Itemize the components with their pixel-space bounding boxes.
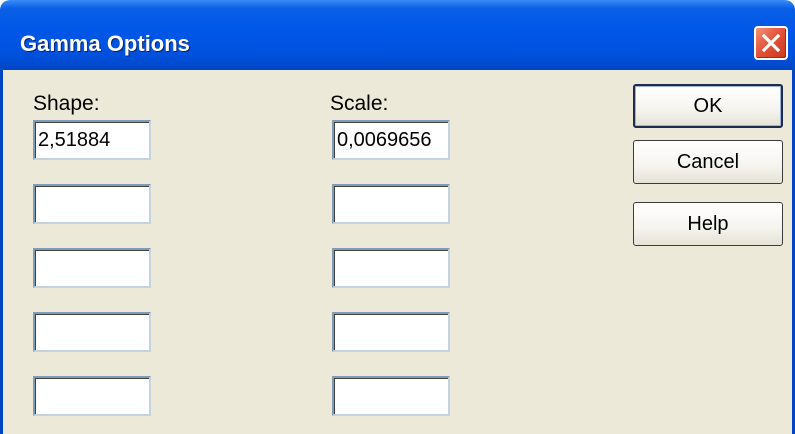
close-icon [762,34,780,52]
shape-field-1[interactable] [33,120,151,160]
close-button[interactable] [754,26,788,60]
shape-field-4[interactable] [33,312,151,352]
ok-button[interactable]: OK [633,84,783,128]
scale-field-2[interactable] [332,184,450,224]
scale-label: Scale: [330,92,389,115]
gamma-options-dialog: Gamma Options Shape: Scale: OK Cancel He… [0,0,795,434]
cancel-button[interactable]: Cancel [633,140,783,184]
shape-field-3[interactable] [33,248,151,288]
scale-field-4[interactable] [332,312,450,352]
scale-field-1[interactable] [332,120,450,160]
help-button[interactable]: Help [633,202,783,246]
dialog-body: Shape: Scale: OK Cancel Help [0,70,795,434]
shape-field-5[interactable] [33,376,151,416]
scale-field-5[interactable] [332,376,450,416]
shape-label: Shape: [33,92,100,115]
title-bar[interactable]: Gamma Options [0,0,795,70]
scale-field-3[interactable] [332,248,450,288]
shape-field-2[interactable] [33,184,151,224]
window-title: Gamma Options [20,31,190,56]
